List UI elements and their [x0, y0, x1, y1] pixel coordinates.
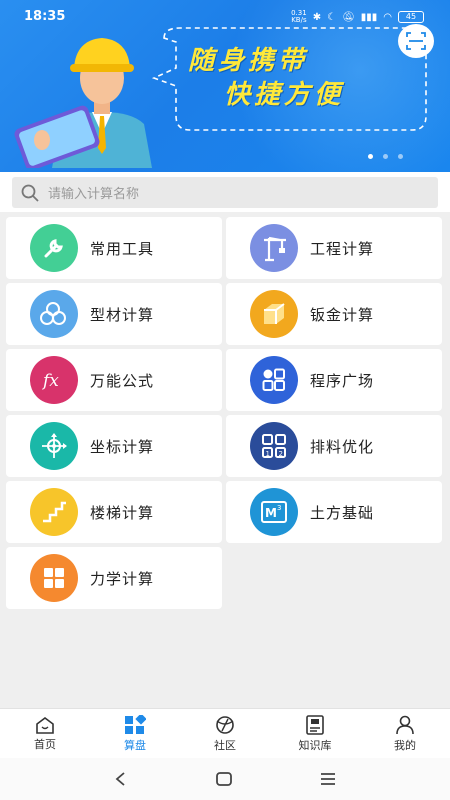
carousel-dot[interactable] [383, 154, 388, 159]
battery-icon: 45 [398, 11, 424, 23]
tab-knowledge[interactable]: 知识库 [270, 709, 360, 758]
tab-calc[interactable]: 算盘 [90, 709, 180, 758]
search-icon [21, 184, 39, 202]
banner-slogan: 随身携带 快捷方便 [188, 44, 344, 112]
carousel-dots [368, 154, 403, 159]
fx-icon: fx [30, 356, 78, 404]
tab-label: 社区 [214, 738, 236, 752]
mute-icon: 🔕︎ [342, 11, 355, 23]
wrench-icon [30, 224, 78, 272]
tool-label: 工程计算 [310, 239, 375, 258]
tool-card-common-tools[interactable]: 常用工具 [6, 217, 222, 279]
tab-home[interactable]: 首页 [0, 709, 90, 758]
home-icon [36, 716, 54, 734]
crane-icon [250, 224, 298, 272]
wifi-icon: ◠ [383, 11, 392, 23]
stairs-icon [30, 488, 78, 536]
tool-label: 型材计算 [90, 305, 155, 324]
grid-icon [30, 554, 78, 602]
tool-card-program-square[interactable]: 程序广场 [226, 349, 442, 411]
bluetooth-icon: ✱ [312, 11, 322, 23]
search-placeholder: 请输入计算名称 [48, 187, 140, 202]
tool-card-coordinate[interactable]: 坐标计算 [6, 415, 222, 477]
svg-text:2: 2 [279, 450, 283, 458]
carousel-dot[interactable] [368, 154, 373, 159]
status-time: 18:35 [24, 9, 66, 24]
slogan-line2: 快捷方便 [224, 80, 345, 110]
tool-label: 力学计算 [90, 569, 155, 588]
bottom-tab-bar: 首页 算盘 社区 知识库 我的 [0, 708, 450, 758]
tool-card-earthwork[interactable]: M3 土方基础 [226, 481, 442, 543]
user-icon [396, 715, 414, 734]
svg-text:3: 3 [277, 504, 281, 512]
status-bar: 18:35 0.31 KB/s ✱ ☾ 🔕︎ ▮▮▮ ◠ 45 [0, 0, 450, 34]
tool-label: 排料优化 [310, 437, 375, 456]
scan-icon [406, 32, 426, 50]
net-speed: 0.31 KB/s [291, 9, 307, 24]
tool-card-sheet-metal[interactable]: 钣金计算 [226, 283, 442, 345]
app-screen: 随身携带 快捷方便 18:35 0.31 KB/s ✱ ☾ 🔕︎ ▮▮▮ ◠ 4… [0, 0, 450, 800]
tab-label: 知识库 [298, 738, 332, 752]
book-icon [306, 714, 324, 735]
tab-community[interactable]: 社区 [180, 709, 270, 758]
svg-text:fx: fx [41, 371, 59, 391]
tool-card-mechanics[interactable]: 力学计算 [6, 547, 222, 609]
tool-label: 楼梯计算 [90, 503, 155, 522]
system-nav-bar [0, 758, 450, 800]
tab-label: 我的 [394, 738, 416, 752]
menu-icon[interactable] [319, 771, 337, 787]
tool-label: 土方基础 [310, 503, 375, 522]
home-button-icon[interactable] [215, 771, 233, 787]
signal-icon: ▮▮▮ [360, 11, 378, 23]
tool-label: 坐标计算 [90, 437, 155, 456]
svg-text:1: 1 [266, 450, 270, 458]
tool-card-engineering[interactable]: 工程计算 [226, 217, 442, 279]
tool-card-profile[interactable]: 型材计算 [6, 283, 222, 345]
m3-icon: M3 [250, 488, 298, 536]
tab-label: 首页 [34, 737, 56, 751]
layout-icon: 12 [250, 422, 298, 470]
slogan-line1: 随身携带 [188, 46, 309, 76]
back-icon[interactable] [113, 771, 129, 787]
tab-mine[interactable]: 我的 [360, 709, 450, 758]
carousel-dot[interactable] [398, 154, 403, 159]
tool-label: 常用工具 [90, 239, 155, 258]
pipes-icon [30, 290, 78, 338]
tab-label: 算盘 [124, 738, 146, 752]
tool-label: 程序广场 [310, 371, 375, 390]
apps-icon [250, 356, 298, 404]
tool-label: 万能公式 [90, 371, 155, 390]
worker-illustration [14, 38, 152, 168]
moon-icon: ☾ [327, 11, 337, 23]
tool-label: 钣金计算 [310, 305, 375, 324]
promo-banner[interactable]: 随身携带 快捷方便 18:35 0.31 KB/s ✱ ☾ 🔕︎ ▮▮▮ ◠ 4… [0, 0, 450, 172]
sheet-metal-icon [250, 290, 298, 338]
tool-card-formula[interactable]: fx 万能公式 [6, 349, 222, 411]
calc-icon [125, 714, 146, 734]
tool-card-layout-opt[interactable]: 12 排料优化 [226, 415, 442, 477]
svg-text:M: M [265, 506, 277, 520]
search-input[interactable]: 请输入计算名称 [12, 177, 438, 208]
tool-card-stairs[interactable]: 楼梯计算 [6, 481, 222, 543]
community-icon [216, 715, 234, 734]
coordinate-icon [30, 422, 78, 470]
